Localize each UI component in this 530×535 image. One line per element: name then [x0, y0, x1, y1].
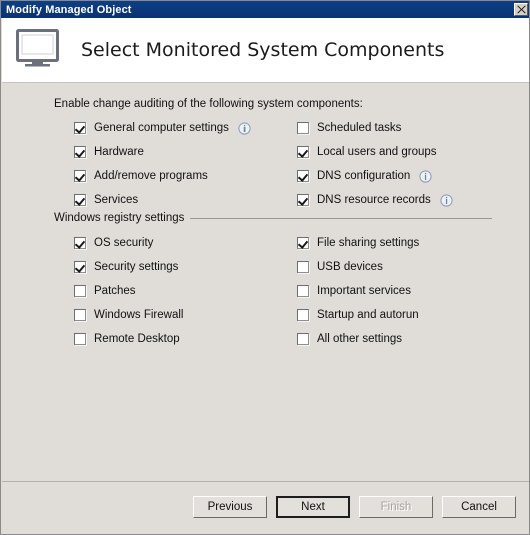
checkbox-label: Local users and groups	[317, 146, 437, 158]
checkbox-row[interactable]: All other settings	[297, 327, 419, 351]
registry-list-right: File sharing settings USB devices Import…	[297, 231, 419, 351]
checkbox-label: General computer settings	[94, 122, 229, 134]
cancel-button[interactable]: Cancel	[442, 496, 516, 518]
checkbox-label: DNS configuration	[317, 170, 411, 182]
checkbox-general-computer-settings[interactable]	[74, 122, 86, 134]
header-banner: Select Monitored System Components	[2, 18, 529, 83]
checkbox-label: Scheduled tasks	[317, 122, 402, 134]
checkbox-startup-and-autorun[interactable]	[297, 309, 309, 321]
checkbox-security-settings[interactable]	[74, 261, 86, 273]
checkbox-file-sharing-settings[interactable]	[297, 237, 309, 249]
checkbox-label: DNS resource records	[317, 194, 431, 206]
info-icon[interactable]	[419, 169, 432, 183]
checkbox-row[interactable]: Security settings	[74, 255, 183, 279]
checkbox-label: OS security	[94, 237, 154, 249]
checkbox-label: Security settings	[94, 261, 179, 273]
checkbox-row[interactable]: Windows Firewall	[74, 303, 183, 327]
checkbox-row[interactable]: Important services	[297, 279, 419, 303]
checkbox-windows-firewall[interactable]	[74, 309, 86, 321]
section-divider	[190, 217, 492, 219]
section-label-components: Enable change auditing of the following …	[54, 98, 363, 110]
component-list-right: Scheduled tasks Local users and groups D…	[297, 116, 453, 212]
finish-button: Finish	[359, 496, 433, 518]
previous-button[interactable]: Previous	[193, 496, 267, 518]
dialog-body: Enable change auditing of the following …	[2, 84, 529, 481]
checkbox-row[interactable]: Patches	[74, 279, 183, 303]
checkbox-important-services[interactable]	[297, 285, 309, 297]
checkbox-label: File sharing settings	[317, 237, 420, 249]
checkbox-remote-desktop[interactable]	[74, 333, 86, 345]
checkbox-label: Patches	[94, 285, 136, 297]
checkbox-label: USB devices	[317, 261, 383, 273]
registry-list-left: OS security Security settings Patches Wi…	[74, 231, 183, 351]
checkbox-row[interactable]: Startup and autorun	[297, 303, 419, 327]
monitor-icon	[15, 28, 63, 72]
checkbox-hardware[interactable]	[74, 146, 86, 158]
section-label-registry: Windows registry settings	[54, 212, 492, 224]
checkbox-os-security[interactable]	[74, 237, 86, 249]
checkbox-label: Services	[94, 194, 139, 206]
checkbox-add-remove-programs[interactable]	[74, 170, 86, 182]
checkbox-label: Remote Desktop	[94, 333, 180, 345]
checkbox-row[interactable]: DNS configuration	[297, 164, 453, 188]
info-icon[interactable]	[238, 121, 251, 135]
checkbox-scheduled-tasks[interactable]	[297, 122, 309, 134]
checkbox-local-users-and-groups[interactable]	[297, 146, 309, 158]
info-icon[interactable]	[440, 193, 453, 207]
checkbox-label: Startup and autorun	[317, 309, 419, 321]
title-bar: Modify Managed Object	[1, 1, 529, 18]
section-label-text: Windows registry settings	[54, 212, 185, 224]
checkbox-row[interactable]: File sharing settings	[297, 231, 419, 255]
checkbox-label: Hardware	[94, 146, 144, 158]
checkbox-usb-devices[interactable]	[297, 261, 309, 273]
checkbox-label: All other settings	[317, 333, 403, 345]
checkbox-label: Add/remove programs	[94, 170, 208, 182]
checkbox-label: Important services	[317, 285, 411, 297]
checkbox-row[interactable]: Scheduled tasks	[297, 116, 453, 140]
checkbox-dns-configuration[interactable]	[297, 170, 309, 182]
checkbox-all-other-settings[interactable]	[297, 333, 309, 345]
checkbox-row[interactable]: Hardware	[74, 140, 251, 164]
checkbox-patches[interactable]	[74, 285, 86, 297]
button-bar: Previous Next Finish Cancel	[193, 496, 516, 518]
checkbox-row[interactable]: Add/remove programs	[74, 164, 251, 188]
next-button[interactable]: Next	[276, 496, 350, 518]
page-title: Select Monitored System Components	[81, 39, 445, 61]
checkbox-row[interactable]: OS security	[74, 231, 183, 255]
close-icon[interactable]	[514, 3, 528, 16]
checkbox-row[interactable]: USB devices	[297, 255, 419, 279]
checkbox-row[interactable]: Remote Desktop	[74, 327, 183, 351]
checkbox-row[interactable]: General computer settings	[74, 116, 251, 140]
checkbox-services[interactable]	[74, 194, 86, 206]
dialog-footer: Previous Next Finish Cancel	[2, 481, 529, 534]
component-list-left: General computer settings Hardware Add/r…	[74, 116, 251, 212]
checkbox-row[interactable]: DNS resource records	[297, 188, 453, 212]
checkbox-row[interactable]: Local users and groups	[297, 140, 453, 164]
checkbox-dns-resource-records[interactable]	[297, 194, 309, 206]
window-title: Modify Managed Object	[6, 3, 132, 16]
dialog-window: Modify Managed Object Select Monitored S…	[0, 0, 530, 535]
checkbox-row[interactable]: Services	[74, 188, 251, 212]
checkbox-label: Windows Firewall	[94, 309, 184, 321]
